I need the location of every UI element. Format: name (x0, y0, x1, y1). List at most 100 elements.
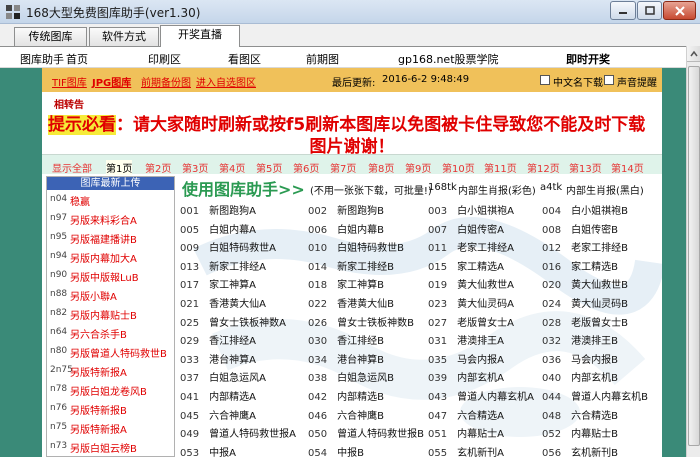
item-title[interactable]: 新图跑狗B (337, 206, 384, 217)
image-list-item[interactable]: 045 六合神鹰A (180, 407, 256, 426)
latest-upload-item[interactable]: n97 另版来料彩合A (47, 209, 174, 228)
tab-live-draw[interactable]: 开奖直播 (160, 25, 240, 47)
image-list-item[interactable]: 044 曾道人内幕玄机B (542, 388, 648, 407)
page-link[interactable]: 第9页 (405, 160, 431, 175)
image-list-item[interactable]: 023 黄大仙灵码A (428, 295, 514, 314)
page-link[interactable]: 第8页 (368, 160, 394, 175)
image-list-item[interactable]: 051 内幕贴士A (428, 425, 504, 444)
item-title[interactable]: 白姐特码救世B (337, 243, 404, 254)
item-title[interactable]: 白姐传密B (571, 225, 618, 236)
latest-upload-item[interactable]: n78 另版白姐龙卷风B (47, 380, 174, 399)
image-list-item[interactable]: 018 家工神算B (308, 276, 384, 295)
item-title[interactable]: 曾道人特码救世报A (209, 429, 296, 440)
link-168tk[interactable]: 168tk (428, 182, 457, 193)
latest-upload-item[interactable]: n82 另版内幕贴士B (47, 304, 174, 323)
link-color-report[interactable]: 内部生肖报(彩色) (458, 182, 536, 197)
upload-name[interactable]: 另版中版報LuB (70, 269, 139, 284)
vertical-scrollbar[interactable] (686, 46, 700, 457)
image-list-item[interactable]: 035 马会内报A (428, 351, 504, 370)
image-list-item[interactable]: 041 内部精选A (180, 388, 256, 407)
image-list-item[interactable]: 054 中报B (308, 444, 364, 457)
upload-name[interactable]: 另版曾道人特码救世B (70, 345, 167, 360)
scroll-thumb[interactable] (688, 66, 700, 446)
image-list-item[interactable]: 009 白姐特码救世A (180, 239, 276, 258)
page-link[interactable]: 第6页 (293, 160, 319, 175)
latest-upload-item[interactable]: n64 另六合杀手B (47, 323, 174, 342)
item-title[interactable]: 马会内报B (571, 355, 618, 366)
image-list-item[interactable]: 050 曾道人特码救世报B (308, 425, 424, 444)
image-list-item[interactable]: 024 黄大仙灵码B (542, 295, 628, 314)
image-list-item[interactable]: 012 老家工排经B (542, 239, 628, 258)
item-title[interactable]: 家工神算B (337, 280, 384, 291)
item-title[interactable]: 内部精选A (209, 392, 256, 403)
item-title[interactable]: 内部玄机B (571, 373, 618, 384)
image-list-item[interactable]: 016 家工精选B (542, 258, 618, 277)
item-title[interactable]: 曾女士铁板神数B (337, 318, 414, 329)
upload-name[interactable]: 稳赢 (70, 193, 90, 208)
tab-software[interactable]: 软件方式 (89, 27, 159, 46)
close-button[interactable] (663, 1, 696, 20)
item-title[interactable]: 白姐内幕A (209, 225, 256, 236)
image-list-item[interactable]: 046 六合神鹰B (308, 407, 384, 426)
menu-previous[interactable]: 前期图 (306, 51, 339, 67)
item-title[interactable]: 黄大仙救世B (571, 280, 628, 291)
sound-checkbox[interactable] (604, 75, 614, 85)
item-title[interactable]: 曾道人特码救世报B (337, 429, 424, 440)
latest-upload-item[interactable]: n95 另版福建播讲B (47, 228, 174, 247)
image-list-item[interactable]: 027 老版曾女士A (428, 314, 514, 333)
item-title[interactable]: 白姐特码救世A (209, 243, 276, 254)
link-tif[interactable]: TIF图库 (52, 74, 87, 89)
upload-name[interactable]: 另版内幕加大A (70, 250, 137, 265)
menu-helper[interactable]: 图库助手 (20, 51, 64, 67)
upload-name[interactable]: 另版特新报B (70, 402, 127, 417)
image-list-item[interactable]: 040 内部玄机B (542, 369, 618, 388)
latest-upload-item[interactable]: n80 另版曾道人特码救世B (47, 342, 174, 361)
item-title[interactable]: 家工精选B (571, 262, 618, 273)
image-list-item[interactable]: 036 马会内报B (542, 351, 618, 370)
item-title[interactable]: 中报A (209, 448, 236, 457)
item-title[interactable]: 新家工排经B (337, 262, 394, 273)
upload-name[interactable]: 另版白姐龙卷风B (70, 383, 147, 398)
image-list-item[interactable]: 039 内部玄机A (428, 369, 504, 388)
image-list-item[interactable]: 011 老家工排经A (428, 239, 514, 258)
item-title[interactable]: 白姐内幕B (337, 225, 384, 236)
image-list-item[interactable]: 038 白姐急运风B (308, 369, 394, 388)
latest-upload-item[interactable]: n88 另版小聯A (47, 285, 174, 304)
image-list-item[interactable]: 055 玄机新刊A (428, 444, 504, 457)
image-list-item[interactable]: 053 中报A (180, 444, 236, 457)
page-link[interactable]: 第1页 (106, 160, 133, 175)
page-link[interactable]: 第7页 (330, 160, 356, 175)
image-list-item[interactable]: 014 新家工排经B (308, 258, 394, 277)
item-title[interactable]: 中报B (337, 448, 364, 457)
item-title[interactable]: 玄机新刊B (571, 448, 618, 457)
scroll-up-button[interactable] (687, 46, 700, 62)
upload-name[interactable]: 另版特新报A (70, 421, 127, 436)
menu-home[interactable]: 首页 (66, 51, 88, 67)
image-list-item[interactable]: 019 黄大仙救世A (428, 276, 514, 295)
image-list-item[interactable]: 002 新图跑狗B (308, 202, 384, 221)
latest-upload-item[interactable]: n04 稳赢 (47, 190, 174, 209)
image-list-item[interactable]: 017 家工神算A (180, 276, 256, 295)
item-title[interactable]: 曾女士铁板神数A (209, 318, 286, 329)
image-list-item[interactable]: 037 白姐急运风A (180, 369, 266, 388)
item-title[interactable]: 白姐急运风A (209, 373, 266, 384)
link-jpg[interactable]: JPG图库 (92, 74, 131, 89)
image-list-item[interactable]: 033 港台神算A (180, 351, 256, 370)
image-list-item[interactable]: 034 港台神算B (308, 351, 384, 370)
item-title[interactable]: 内部玄机A (457, 373, 504, 384)
upload-name[interactable]: 另版福建播讲B (70, 231, 137, 246)
item-title[interactable]: 黄大仙灵码B (571, 299, 628, 310)
image-list-item[interactable]: 048 六合精选B (542, 407, 618, 426)
item-title[interactable]: 内幕贴士A (457, 429, 504, 440)
latest-upload-item[interactable]: n90 另版中版報LuB (47, 266, 174, 285)
item-title[interactable]: 黄大仙灵码A (457, 299, 514, 310)
image-list-item[interactable]: 022 香港黄大仙B (308, 295, 394, 314)
cn-name-checkbox[interactable] (540, 75, 550, 85)
image-list-item[interactable]: 003 白小姐祺袍A (428, 202, 514, 221)
menu-print[interactable]: 印刷区 (148, 51, 181, 67)
item-title[interactable]: 马会内报A (457, 355, 504, 366)
item-title[interactable]: 家工神算A (209, 280, 256, 291)
item-title[interactable]: 曾道人内幕玄机A (457, 392, 534, 403)
link-bw-report[interactable]: 内部生肖报(黑白) (566, 182, 644, 197)
page-link[interactable]: 第13页 (569, 160, 602, 175)
